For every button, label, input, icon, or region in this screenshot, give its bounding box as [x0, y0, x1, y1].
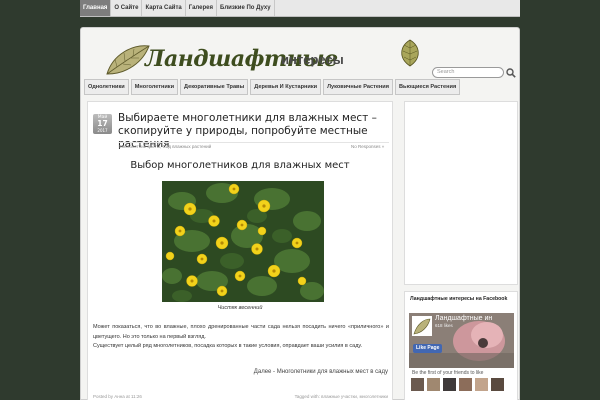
top-nav-gallery[interactable]: Галерея	[186, 0, 217, 16]
cat-trees-shrubs[interactable]: Деревья И Кустарники	[250, 79, 322, 95]
fb-page-name[interactable]: Ландшафтные ин	[435, 315, 492, 322]
avatar[interactable]	[475, 378, 488, 391]
yellow-flowers-image	[162, 181, 324, 302]
avatar[interactable]	[443, 378, 456, 391]
photo-caption: Чистяк весенний	[217, 305, 263, 311]
post-author: Posted by Анна at 11:26	[93, 394, 142, 399]
leaf-decoration-icon	[401, 39, 419, 67]
avatar[interactable]	[459, 378, 472, 391]
site-logo[interactable]: Ландшафтные интересы	[103, 40, 383, 80]
post-date-day: 17	[97, 119, 108, 128]
post-date-year: 2017	[97, 128, 108, 133]
post-tags[interactable]: Tagged with: влажные участки, многолетни…	[295, 394, 388, 399]
top-nav-sitemap[interactable]: Карта Сайта	[142, 0, 186, 16]
facebook-widget: Ландшафтные интересы на Facebook Ландшаф…	[404, 291, 518, 400]
logo-text: интересы	[281, 52, 344, 67]
cat-ornamental-grasses[interactable]: Декоративные Травы	[180, 79, 249, 95]
fb-likes-count: 618 likes	[435, 323, 453, 328]
post-comments-link[interactable]: No Responses »	[351, 144, 384, 149]
avatar[interactable]	[427, 378, 440, 391]
avatar[interactable]	[411, 378, 424, 391]
post-photo[interactable]	[162, 181, 324, 302]
post-paragraph-2: Существует целый ряд многолетников, поса…	[93, 343, 363, 349]
post-paragraph-1: Может показаться, что во влажные, плохо …	[93, 324, 389, 340]
page-avatar	[412, 316, 432, 336]
post-date-badge: Май 17 2017	[93, 114, 112, 134]
cat-perennials[interactable]: Многолетники	[130, 79, 179, 95]
category-nav: Однолетники Многолетники Декоративные Тр…	[84, 79, 518, 96]
fb-friend-avatars	[411, 378, 504, 391]
top-nav-kindred[interactable]: Близкие По Духу	[217, 0, 275, 16]
page-frame: Ландшафтные интересы Search Однолетники …	[80, 27, 520, 400]
meta-divider	[119, 142, 389, 143]
cat-bulbs[interactable]: Луковичные Растения	[323, 79, 394, 95]
top-nav-about[interactable]: О Сайте	[111, 0, 143, 16]
avatar[interactable]	[491, 378, 504, 391]
cat-climbers[interactable]: Вьющиеся Растения	[395, 79, 461, 95]
widget-title: Ландшафтные интересы на Facebook	[410, 296, 508, 302]
post-body: Может показаться, что во влажные, плохо …	[93, 323, 389, 352]
top-nav-home[interactable]: Главная	[80, 0, 112, 16]
facebook-page-plugin[interactable]: Ландшафтные ин 618 likes Like Page	[409, 313, 514, 368]
post-categories[interactable]: Многолетние цветы, Сад влажных растений	[119, 144, 211, 149]
fb-friends-text: Be the first of your friends to like	[412, 370, 484, 376]
post-subtitle: Выбор многолетников для влажных мест	[130, 160, 350, 171]
fb-like-button[interactable]: Like Page	[413, 344, 443, 353]
cat-annuals[interactable]: Однолетники	[84, 79, 129, 95]
sidebar-ad-block	[404, 101, 518, 285]
post-content: Май 17 2017 Выбираете многолетники для в…	[87, 101, 393, 400]
read-more-link[interactable]: Далее - Многолетники для влажных мест в …	[254, 369, 388, 375]
top-nav: Главная О Сайте Карта Сайта Галерея Близ…	[80, 0, 520, 17]
search-input[interactable]: Search	[432, 67, 504, 78]
search-icon[interactable]	[506, 68, 516, 78]
